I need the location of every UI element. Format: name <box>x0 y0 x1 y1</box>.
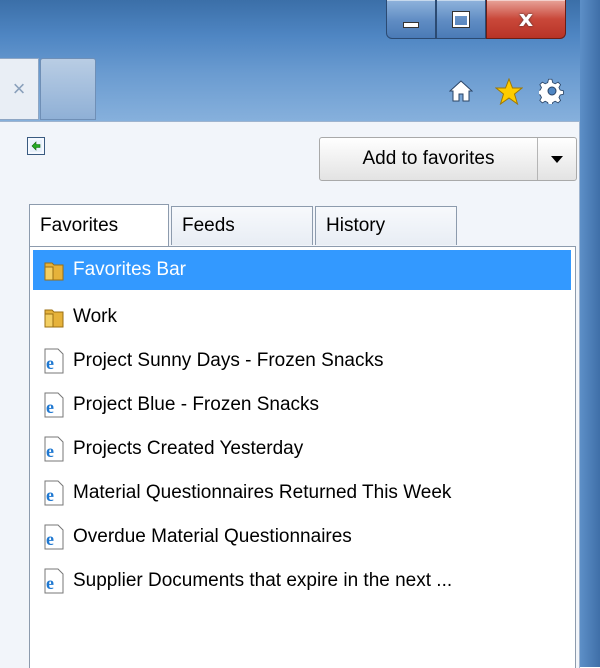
list-item-favorite-link[interactable]: e Project Sunny Days - Frozen Snacks <box>33 341 383 381</box>
list-item-label: Overdue Material Questionnaires <box>73 526 352 547</box>
window-border <box>580 0 600 667</box>
list-item-favorite-link[interactable]: e Project Blue - Frozen Snacks <box>33 385 319 425</box>
ie-page-icon: e <box>41 568 67 594</box>
favorites-list: Favorites Bar Work e Project Sunny Days … <box>29 246 576 668</box>
folder-icon <box>41 257 67 283</box>
list-item-label: Projects Created Yesterday <box>73 438 304 459</box>
pin-arrow-icon <box>30 140 42 152</box>
close-tab-button[interactable]: × <box>0 58 39 120</box>
list-item-favorite-link[interactable]: e Overdue Material Questionnaires <box>33 517 352 557</box>
add-to-favorites-button[interactable]: Add to favorites <box>320 138 538 180</box>
window-caption-buttons: x <box>386 0 566 40</box>
list-item-work[interactable]: Work <box>33 297 117 337</box>
svg-text:e: e <box>46 573 54 593</box>
close-tab-icon: × <box>12 76 26 101</box>
chevron-down-icon <box>551 155 563 163</box>
maximize-button[interactable] <box>436 0 486 39</box>
svg-text:e: e <box>46 529 54 549</box>
home-icon[interactable] <box>446 76 476 106</box>
add-to-favorites-dropdown[interactable] <box>538 138 576 180</box>
minimize-icon <box>403 22 419 28</box>
tab-feeds[interactable]: Feeds <box>171 206 313 245</box>
list-item-favorite-link[interactable]: e Supplier Documents that expire in the … <box>33 561 452 601</box>
svg-text:e: e <box>46 441 54 461</box>
ie-page-icon: e <box>41 348 67 374</box>
ie-page-icon: e <box>41 392 67 418</box>
svg-text:e: e <box>46 485 54 505</box>
pin-favorites-center-button[interactable] <box>27 137 45 155</box>
ie-page-icon: e <box>41 436 67 462</box>
list-item-favorites-bar[interactable]: Favorites Bar <box>33 250 571 290</box>
close-icon: x <box>518 6 534 32</box>
list-item-label: Supplier Documents that expire in the ne… <box>73 570 453 591</box>
maximize-icon <box>452 10 470 28</box>
favorites-star-icon[interactable] <box>494 76 524 106</box>
tools-gear-icon[interactable] <box>537 76 567 106</box>
list-item-favorite-link[interactable]: e Material Questionnaires Returned This … <box>33 473 451 513</box>
folder-icon <box>41 304 67 330</box>
add-to-favorites-split-button: Add to favorites <box>319 137 577 181</box>
list-item-favorite-link[interactable]: e Projects Created Yesterday <box>33 429 303 469</box>
tab-history[interactable]: History <box>315 206 457 245</box>
ie-page-icon: e <box>41 480 67 506</box>
minimize-button[interactable] <box>386 0 436 39</box>
favorites-tabs: Favorites Feeds History <box>29 204 459 246</box>
ie-page-icon: e <box>41 524 67 550</box>
close-window-button[interactable]: x <box>486 0 566 39</box>
list-item-label: Favorites Bar <box>73 259 186 280</box>
tab-favorites[interactable]: Favorites <box>29 204 169 246</box>
list-item-label: Material Questionnaires Returned This We… <box>73 482 452 503</box>
list-item-label: Project Sunny Days - Frozen Snacks <box>73 350 384 371</box>
list-item-label: Project Blue - Frozen Snacks <box>73 394 320 415</box>
new-tab-button[interactable] <box>40 58 96 120</box>
list-item-label: Work <box>73 306 117 327</box>
svg-text:e: e <box>46 353 54 373</box>
svg-text:e: e <box>46 397 54 417</box>
